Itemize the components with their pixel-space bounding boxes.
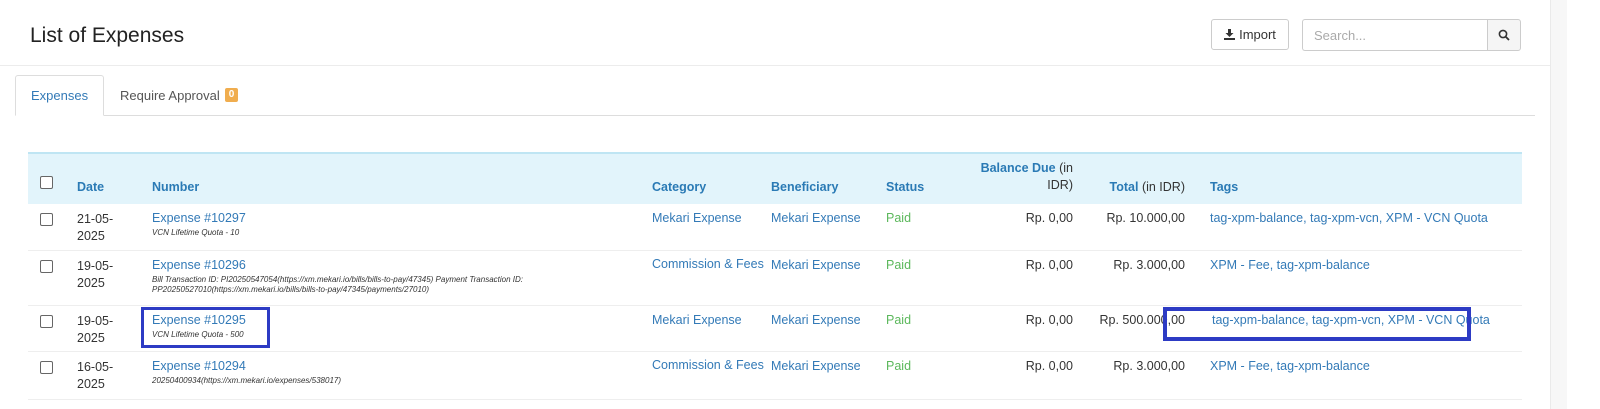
select-all-checkbox[interactable] [40, 176, 53, 189]
column-header-status[interactable]: Status [886, 153, 950, 204]
tags-link[interactable]: XPM - Fee, tag-xpm-balance [1210, 250, 1522, 306]
search-icon [1498, 29, 1510, 41]
balance-due-unit-b: IDR) [1047, 178, 1073, 192]
row-date-year: 2025 [77, 376, 105, 391]
table-row: 16-05- 2025 Expense #10294 20250400934(htt… [28, 351, 1522, 400]
row-checkbox[interactable] [40, 213, 53, 226]
column-header-beneficiary[interactable]: Beneficiary [771, 153, 886, 204]
column-header-number[interactable]: Number [152, 153, 652, 204]
tab-expenses[interactable]: Expenses [15, 75, 105, 116]
row-date-year: 2025 [77, 229, 105, 243]
row-checkbox[interactable] [40, 360, 53, 374]
expenses-table: Date Number Category Beneficiary Status … [28, 152, 1522, 400]
total-value: Rp. 10.000,00 [1073, 204, 1185, 251]
column-header-balance-due[interactable]: Balance Due (in IDR) [950, 153, 1073, 204]
total-unit: (in IDR) [1141, 180, 1185, 194]
category-link[interactable]: Mekari Expense [652, 204, 771, 251]
table-row: 19-05- 2025 Expense #10296 Bill Transactio… [28, 250, 1522, 306]
row-date: 16-05- [77, 359, 114, 374]
search-button[interactable] [1487, 19, 1521, 51]
header-divider [0, 65, 1550, 66]
balance-due-value: Rp. 0,00 [950, 204, 1073, 251]
expense-description: VCN Lifetime Quota - 10 [152, 228, 240, 237]
beneficiary-link[interactable]: Mekari Expense [771, 305, 886, 352]
column-header-date[interactable]: Date [77, 153, 152, 204]
balance-due-value: Rp. 0,00 [950, 351, 1073, 400]
tags-link[interactable]: XPM - Fee, tag-xpm-balance [1210, 351, 1522, 400]
download-icon [1224, 29, 1236, 40]
category-link[interactable]: Commission & Fees [652, 250, 771, 306]
expense-description: Bill Transaction ID: PI20250547054(https… [152, 274, 523, 294]
column-header-category[interactable]: Category [652, 153, 771, 204]
category-link[interactable]: Mekari Expense [652, 305, 771, 352]
total-value: Rp. 3.000,00 [1073, 250, 1185, 306]
table-header-row: Date Number Category Beneficiary Status … [28, 153, 1522, 204]
expense-description: VCN Lifetime Quota - 500 [152, 329, 244, 339]
balance-due-label: Balance Due [980, 161, 1056, 175]
total-label: Total [1109, 180, 1139, 194]
beneficiary-link[interactable]: Mekari Expense [771, 351, 886, 400]
page-title: List of Expenses [30, 24, 185, 47]
row-checkbox[interactable] [40, 259, 53, 273]
tab-require-approval[interactable]: Require Approval 0 [105, 75, 253, 115]
expense-description: 20250400934(https://xm.mekari.io/expense… [152, 375, 342, 385]
tags-link[interactable]: tag-xpm-balance, tag-xpm-vcn, XPM - VCN … [1210, 305, 1522, 352]
balance-due-value: Rp. 0,00 [950, 305, 1073, 352]
expense-number-link[interactable]: Expense #10294 [152, 359, 652, 373]
row-date: 21-05- [77, 212, 114, 226]
row-checkbox[interactable] [40, 314, 53, 328]
table-row: 21-05- 2025 Expense #10297 VCN Lifetime Qu… [28, 204, 1522, 251]
status-badge: Paid [886, 204, 950, 251]
expense-number-link[interactable]: Expense #10295 [152, 313, 652, 327]
status-badge: Paid [886, 305, 950, 352]
import-button[interactable]: Import [1211, 19, 1289, 50]
row-date-year: 2025 [77, 275, 105, 290]
scrollbar[interactable] [1550, 0, 1567, 409]
expense-number-link[interactable]: Expense #10297 [152, 211, 652, 225]
tags-link[interactable]: tag-xpm-balance, tag-xpm-vcn, XPM - VCN … [1210, 204, 1522, 251]
search-input[interactable] [1302, 19, 1488, 51]
status-badge: Paid [886, 351, 950, 400]
balance-due-unit-a: (in [1059, 161, 1073, 175]
import-button-label: Import [1239, 27, 1276, 42]
tab-label: Expenses [31, 88, 89, 103]
row-date-year: 2025 [77, 330, 105, 345]
balance-due-value: Rp. 0,00 [950, 250, 1073, 306]
column-header-total[interactable]: Total (in IDR) [1073, 153, 1185, 204]
tab-label: Require Approval [120, 87, 220, 103]
approval-count-badge: 0 [224, 88, 239, 102]
total-value: Rp. 500.000,00 [1073, 305, 1185, 352]
beneficiary-link[interactable]: Mekari Expense [771, 250, 886, 306]
row-date: 19-05- [77, 313, 114, 328]
status-badge: Paid [886, 250, 950, 306]
category-link[interactable]: Commission & Fees [652, 351, 771, 400]
expense-number-link[interactable]: Expense #10296 [152, 258, 652, 272]
beneficiary-link[interactable]: Mekari Expense [771, 204, 886, 251]
tabs: Expenses Require Approval 0 [15, 75, 1535, 116]
column-header-tags[interactable]: Tags [1210, 153, 1522, 204]
total-value: Rp. 3.000,00 [1073, 351, 1185, 400]
row-date: 19-05- [77, 258, 114, 273]
table-row: 19-05- 2025 Expense #10295 VCN Lifetime Qu… [28, 305, 1522, 352]
